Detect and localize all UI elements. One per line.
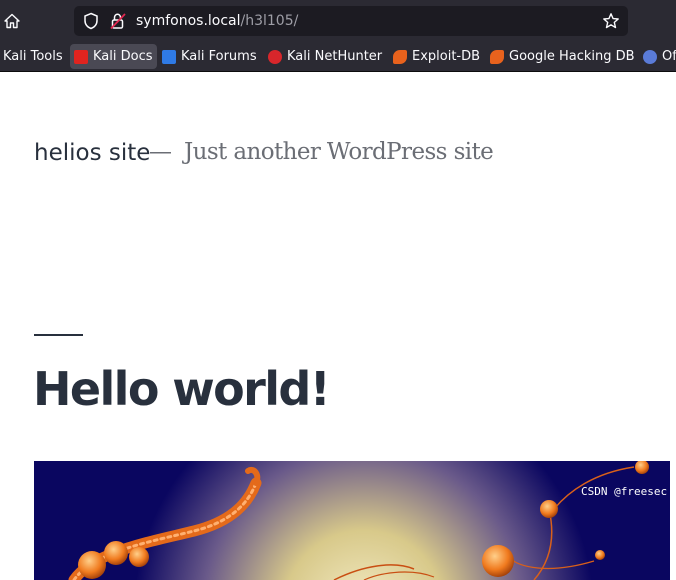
- bookmark-label: Of: [662, 49, 676, 64]
- bookmark-exploit-db[interactable]: Exploit-DB: [389, 44, 484, 69]
- bookmark-label: Google Hacking DB: [509, 49, 635, 64]
- site-description: Just another WordPress site: [184, 139, 494, 165]
- bookmark-label: Kali NetHunter: [287, 49, 383, 64]
- bookmark-kali-nethunter[interactable]: Kali NetHunter: [264, 44, 386, 69]
- offsec-icon: [643, 49, 657, 64]
- bookmark-kali-forums[interactable]: Kali Forums: [158, 44, 261, 69]
- bookmark-label: Kali Tools: [3, 49, 63, 64]
- bookmark-kali-docs[interactable]: Kali Docs: [70, 44, 157, 69]
- star-icon[interactable]: [602, 12, 620, 30]
- lock-strike-icon[interactable]: [109, 12, 127, 30]
- bookmark-kali-tools[interactable]: Kali Tools: [0, 44, 67, 69]
- separator-rule: [34, 334, 83, 336]
- featured-image[interactable]: [34, 461, 670, 580]
- post-title-link[interactable]: Hello world!: [33, 362, 331, 416]
- bookmark-label: Exploit-DB: [412, 49, 481, 64]
- bookmark-label: Kali Forums: [181, 49, 257, 64]
- bookmark-offsec[interactable]: Of: [639, 44, 676, 69]
- ghdb-icon: [490, 49, 504, 64]
- browser-toolbar: symfonos.local/h3l105/: [0, 0, 676, 42]
- url-text[interactable]: symfonos.local/h3l105/: [136, 12, 298, 30]
- kali-forums-icon: [162, 49, 176, 64]
- web-page: helios site — Just another WordPress sit…: [0, 73, 676, 580]
- exploit-db-icon: [393, 49, 407, 64]
- home-icon: [4, 13, 20, 29]
- url-path: /h3l105/: [240, 13, 299, 29]
- bookmark-label: Kali Docs: [93, 49, 153, 64]
- shield-icon[interactable]: [82, 12, 100, 30]
- url-bar[interactable]: symfonos.local/h3l105/: [74, 6, 628, 36]
- bookmark-google-hacking-db[interactable]: Google Hacking DB: [486, 44, 639, 69]
- url-host: symfonos.local: [136, 13, 241, 29]
- kali-docs-icon: [74, 49, 88, 64]
- title-separator: —: [149, 139, 172, 165]
- kali-nethunter-icon: [268, 49, 282, 64]
- site-title-link[interactable]: helios site: [34, 140, 150, 166]
- bookmarks-bar: Kali Tools Kali Docs Kali Forums Kali Ne…: [0, 42, 676, 72]
- home-button[interactable]: [2, 10, 22, 32]
- featured-image-art: [34, 461, 670, 580]
- watermark: CSDN @freesec: [581, 485, 668, 498]
